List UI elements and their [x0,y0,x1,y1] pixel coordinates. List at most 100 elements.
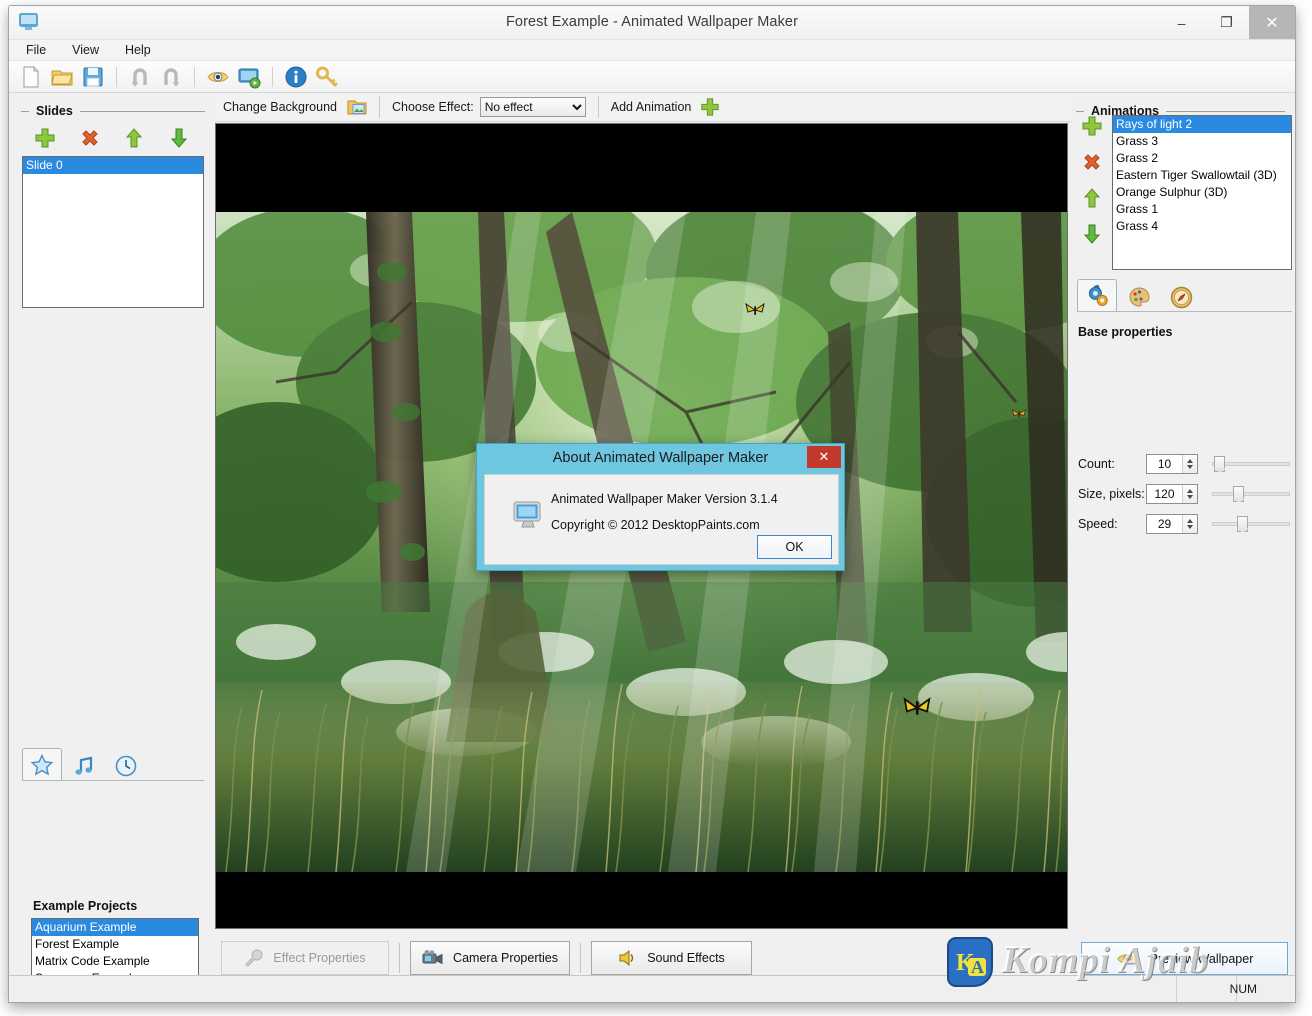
effect-toolbar: Change Background Choose Effect: No effe… [215,93,1072,122]
about-dialog-close-button[interactable]: ✕ [807,446,841,468]
minimize-button[interactable]: – [1159,6,1204,39]
butterfly-icon [745,302,765,315]
move-animation-up-icon[interactable] [1081,187,1103,209]
delete-slide-icon[interactable] [79,127,101,149]
undo-icon[interactable] [128,65,152,89]
key-icon[interactable] [315,65,339,89]
move-slide-down-icon[interactable] [168,127,190,149]
list-item[interactable]: Grass 3 [1113,133,1291,150]
monitor-icon [513,501,541,528]
add-slide-icon[interactable] [34,127,56,149]
music-tab[interactable] [64,751,104,781]
effect-properties-label: Effect Properties [273,951,366,965]
size-label: Size, pixels: [1078,487,1145,501]
lower-tab-strip [22,748,204,781]
menu-item-view[interactable]: View [69,42,102,58]
schedule-tab[interactable] [106,751,146,781]
color-properties-tab[interactable] [1119,282,1159,312]
move-slide-up-icon[interactable] [123,127,145,149]
about-version-text: Animated Wallpaper Maker Version 3.1.4 [551,492,778,506]
new-file-icon[interactable] [19,65,43,89]
right-panel: Animations Rays of light 2 Grass 3 Grass… [1072,93,1295,1002]
count-property-row: Count: 10 [1078,453,1290,475]
size-slider[interactable] [1212,484,1290,504]
list-item[interactable]: Orange Sulphur (3D) [1113,184,1291,201]
gears-icon [1088,284,1108,306]
wrench-icon [245,949,263,967]
preview-wallpaper-button[interactable]: Preview Wallpaper [1081,942,1288,975]
palette-icon [1128,286,1150,307]
list-item[interactable]: Matrix Code Example [32,953,198,970]
size-stepper[interactable]: 120 [1146,484,1198,504]
toolbar-separator [116,66,117,87]
size-spin-arrows[interactable] [1182,485,1197,503]
effect-select[interactable]: No effect [479,97,586,117]
title-bar: Forest Example - Animated Wallpaper Make… [9,6,1295,40]
speed-stepper[interactable]: 29 [1146,514,1198,534]
speed-property-row: Speed: 29 [1078,513,1290,535]
plus-green-icon[interactable] [700,97,720,117]
change-background-label[interactable]: Change Background [223,100,337,114]
window-controls: – ❐ ✕ [1159,6,1295,39]
add-animation-icon[interactable] [1081,115,1103,137]
count-stepper[interactable]: 10 [1146,454,1198,474]
camcorder-icon [422,950,443,965]
compass-icon [1170,286,1192,308]
open-folder-icon[interactable] [50,65,74,89]
size-slider-thumb[interactable] [1233,486,1245,503]
about-dialog-title-bar: About Animated Wallpaper Maker ✕ [477,444,844,472]
list-item[interactable]: Grass 2 [1113,150,1291,167]
list-item[interactable]: Eastern Tiger Swallowtail (3D) [1113,167,1291,184]
example-projects-heading: Example Projects [33,899,138,913]
example-projects-list[interactable]: Aquarium Example Forest Example Matrix C… [31,918,199,980]
redo-icon[interactable] [159,65,183,89]
status-bar: NUM [9,975,1295,1002]
animations-list[interactable]: Rays of light 2 Grass 3 Grass 2 Eastern … [1112,115,1292,270]
examples-tab[interactable] [22,748,62,781]
slides-list[interactable]: Slide 0 [22,156,204,308]
menu-item-file[interactable]: File [23,42,49,58]
close-button[interactable]: ✕ [1249,6,1295,39]
monitor-play-icon[interactable] [237,65,261,89]
save-disk-icon[interactable] [81,65,105,89]
property-tab-underline [1077,311,1292,312]
list-item[interactable]: Rays of light 2 [1113,116,1291,133]
speed-slider-track [1212,522,1290,526]
count-spin-arrows[interactable] [1182,455,1197,473]
count-slider[interactable] [1212,454,1290,474]
maximize-button[interactable]: ❐ [1204,6,1249,39]
base-properties-tab[interactable] [1077,279,1117,312]
count-slider-thumb[interactable] [1214,456,1226,473]
star-icon [30,753,54,776]
size-property-row: Size, pixels: 120 [1078,483,1290,505]
effect-properties-button[interactable]: Effect Properties [221,941,389,975]
speed-slider[interactable] [1212,514,1290,534]
size-slider-track [1212,492,1290,496]
slides-group-label: Slides [36,104,73,118]
num-lock-pane [1177,975,1237,1002]
camera-properties-button[interactable]: Camera Properties [410,941,570,975]
add-animation-label[interactable]: Add Animation [611,100,692,114]
camera-properties-label: Camera Properties [453,951,558,965]
eye-preview-icon [1116,953,1137,964]
speed-spin-arrows[interactable] [1182,515,1197,533]
list-item[interactable]: Grass 4 [1113,218,1291,235]
list-item[interactable]: Grass 1 [1113,201,1291,218]
speed-slider-thumb[interactable] [1237,516,1249,533]
list-item[interactable]: Aquarium Example [32,919,198,936]
delete-animation-icon[interactable] [1081,151,1103,173]
sound-effects-button[interactable]: Sound Effects [591,941,752,975]
list-item[interactable]: Slide 0 [23,157,203,174]
toolbar-separator [272,66,273,87]
menu-item-help[interactable]: Help [122,42,154,58]
main-toolbar [9,61,1295,93]
eye-preview-icon[interactable] [206,65,230,89]
music-note-icon [75,756,93,775]
about-dialog-body: Animated Wallpaper Maker Version 3.1.4 C… [484,474,839,565]
about-ok-button[interactable]: OK [757,535,832,559]
image-folder-icon[interactable] [347,97,367,117]
list-item[interactable]: Forest Example [32,936,198,953]
motion-properties-tab[interactable] [1161,282,1201,312]
move-animation-down-icon[interactable] [1081,223,1103,245]
info-icon[interactable] [284,65,308,89]
